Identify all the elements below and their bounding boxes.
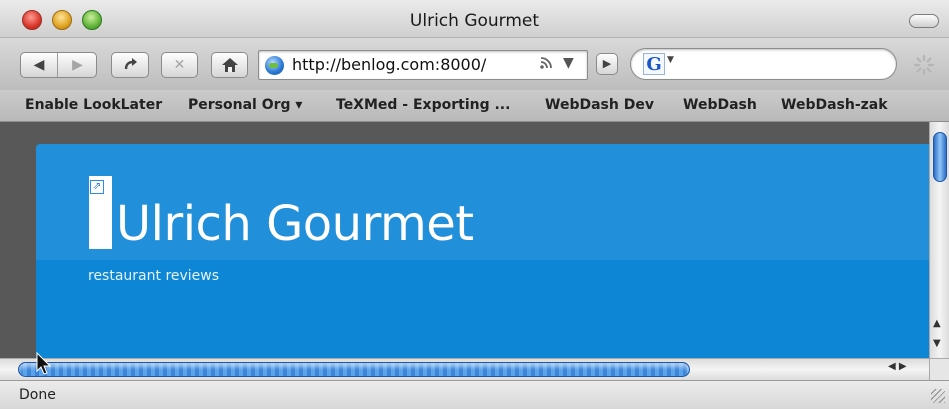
browser-window: Ulrich Gourmet ◀ ▶ ✕ http://benlog.com:8…	[0, 0, 949, 409]
stop-icon: ✕	[173, 57, 186, 73]
forward-button[interactable]: ▶	[59, 53, 96, 77]
rss-icon[interactable]	[539, 56, 553, 74]
address-history-dropdown[interactable]: ▼	[563, 55, 574, 71]
scroll-left-right-arrows-icon[interactable]: ◀ ▶	[888, 361, 907, 372]
vertical-scroll-thumb[interactable]	[933, 132, 947, 182]
snapback-button[interactable]: ▶	[596, 53, 618, 75]
horizontal-scroll-thumb[interactable]	[18, 362, 690, 377]
bookmark-texmed[interactable]: TeXMed - Exporting ...	[336, 97, 510, 113]
scroll-up-arrow-icon[interactable]: ▲	[933, 318, 941, 329]
mouse-cursor-icon	[36, 352, 52, 375]
stop-button[interactable]: ✕	[161, 52, 198, 78]
reload-icon	[124, 58, 137, 70]
back-forward-control: ◀ ▶	[20, 52, 97, 78]
horizontal-scrollbar[interactable]: ◀ ▶	[0, 358, 929, 380]
vertical-scrollbar[interactable]: ▲ ▼	[929, 122, 949, 358]
google-icon: G	[643, 53, 665, 75]
external-link-icon[interactable]: ⇗	[90, 180, 104, 194]
globe-icon	[265, 56, 284, 75]
scrollbar-corner	[929, 358, 949, 380]
bookmark-webdash-zak[interactable]: WebDash-zak	[781, 97, 888, 113]
back-arrow-icon: ◀	[33, 57, 45, 73]
window-title: Ulrich Gourmet	[409, 11, 540, 31]
bookmarks-bar: Enable LookLater Personal Org ▾ TeXMed -…	[0, 90, 949, 122]
back-button[interactable]: ◀	[21, 53, 58, 77]
search-field[interactable]: G ▼	[630, 48, 897, 80]
home-button[interactable]	[211, 52, 248, 78]
title-bar[interactable]: Ulrich Gourmet	[0, 0, 949, 38]
home-icon	[221, 58, 238, 72]
search-engine-dropdown-icon[interactable]: ▼	[667, 55, 674, 65]
reload-button[interactable]	[111, 52, 149, 78]
forward-arrow-icon: ▶	[72, 57, 83, 73]
resize-grip-icon[interactable]	[931, 389, 945, 403]
loading-spinner-icon	[913, 54, 935, 76]
web-content: ⇗ Ulrich Gourmet restaurant reviews	[0, 122, 929, 358]
site-title[interactable]: Ulrich Gourmet	[116, 196, 474, 252]
bookmark-webdash[interactable]: WebDash	[683, 97, 757, 113]
site-header-banner: ⇗ Ulrich Gourmet restaurant reviews	[36, 144, 929, 358]
bookmark-personal-org[interactable]: Personal Org ▾	[188, 97, 302, 113]
status-bar: Done	[0, 380, 949, 409]
status-text: Done	[19, 387, 56, 403]
toolbar-toggle-button[interactable]	[909, 14, 939, 28]
site-tagline: restaurant reviews	[88, 268, 220, 284]
address-input[interactable]: http://benlog.com:8000/	[292, 55, 486, 74]
address-bar[interactable]: http://benlog.com:8000/ ▼	[258, 50, 588, 80]
bookmark-webdash-dev[interactable]: WebDash Dev	[545, 97, 654, 113]
snapback-icon: ▶	[602, 57, 612, 70]
bookmark-enable-looklater[interactable]: Enable LookLater	[25, 97, 162, 113]
navigation-toolbar: ◀ ▶ ✕ http://benlog.com:8000/ ▼ ▶ G ▼	[0, 38, 949, 90]
scroll-down-arrow-icon[interactable]: ▼	[933, 338, 941, 349]
